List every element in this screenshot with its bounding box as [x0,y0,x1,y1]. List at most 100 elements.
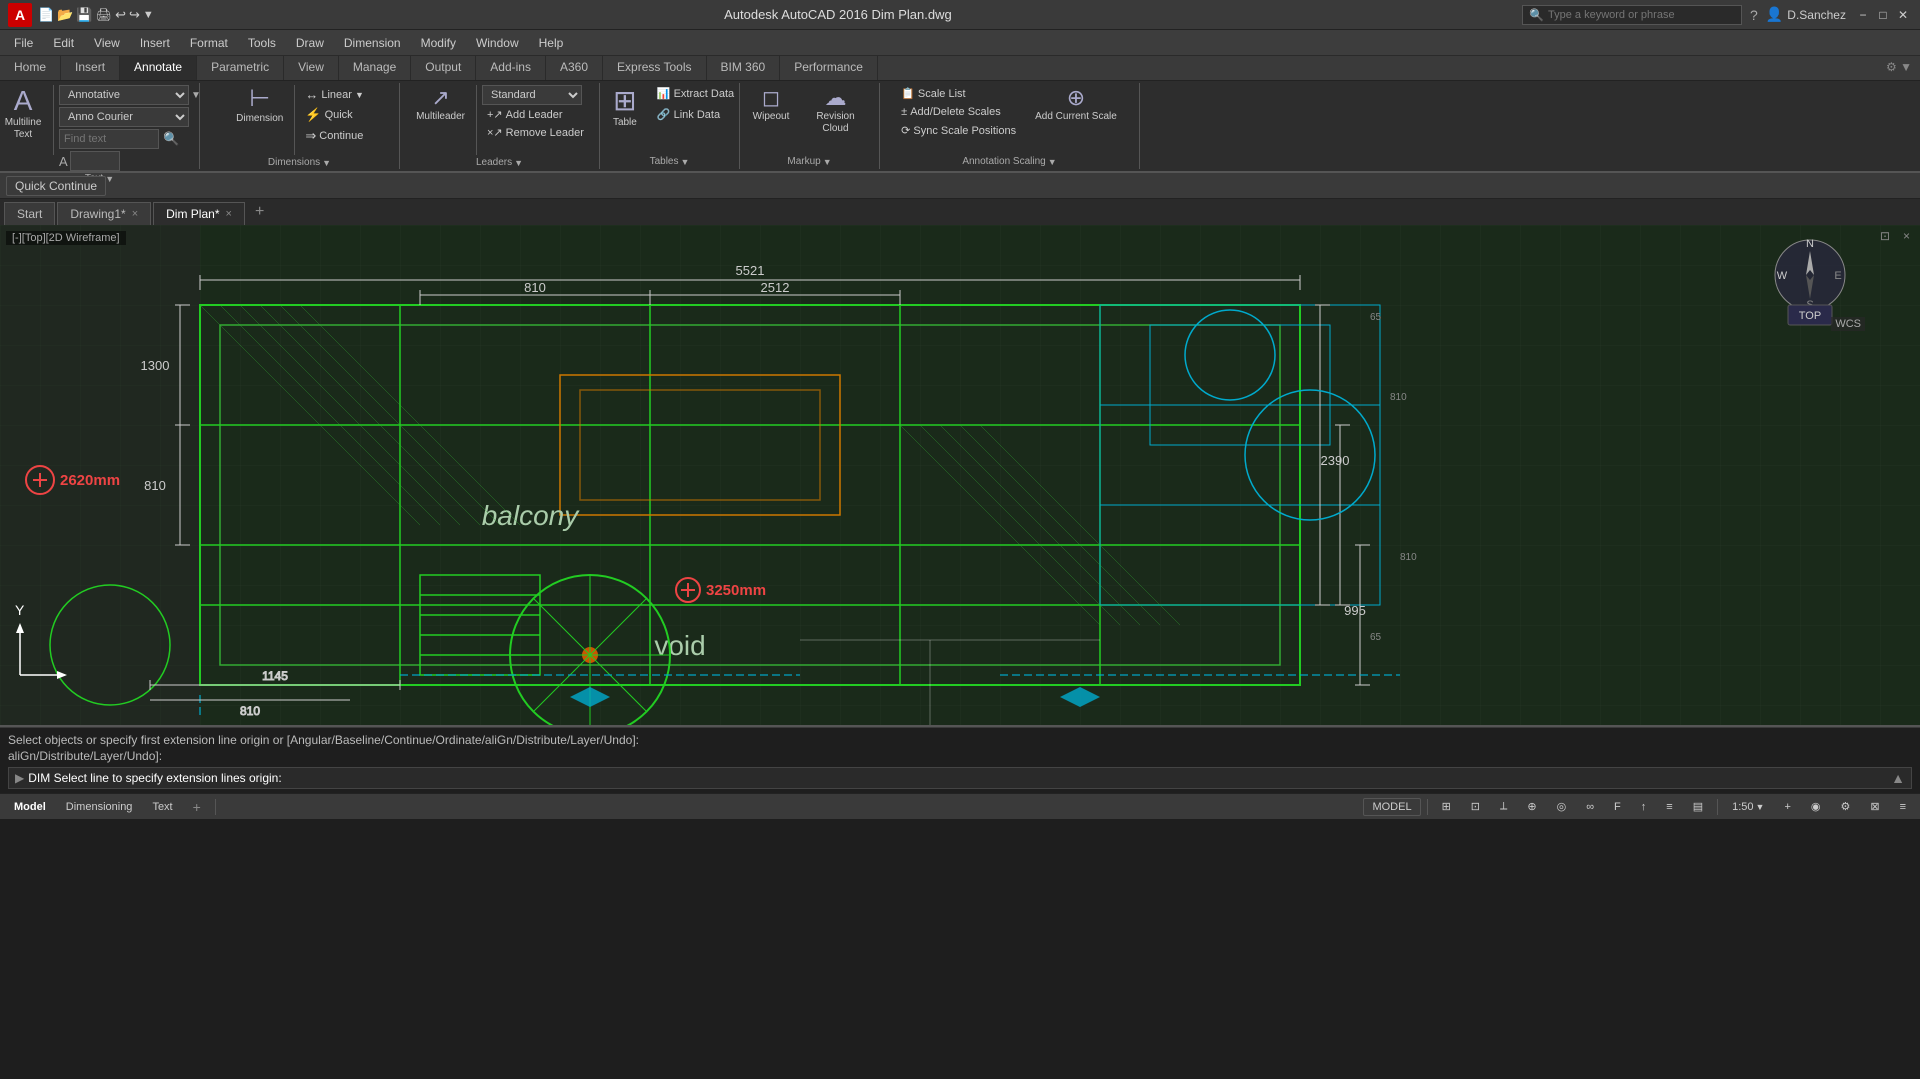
menu-view[interactable]: View [84,33,130,53]
lw-toggle[interactable]: ≡ [1658,799,1680,815]
dimensions-expand[interactable]: ▼ [322,158,331,168]
dimension-btn[interactable]: ⊢ Dimension [230,85,289,127]
command-input[interactable]: DIM Select line to specify extension lin… [28,771,1891,785]
new-btn[interactable]: 📄 [38,7,54,23]
linear-btn[interactable]: ↔ Linear ▼ [300,85,369,104]
polar-toggle[interactable]: ⊕ [1519,798,1544,815]
tab-view[interactable]: View [284,56,339,80]
menu-edit[interactable]: Edit [43,33,84,53]
app-icon[interactable]: A [8,3,32,27]
tab-a360[interactable]: A360 [546,56,603,80]
annotation-scale[interactable]: 1:50 ▼ [1724,799,1772,815]
clean-screen-btn[interactable]: ⊠ [1862,798,1887,815]
undo-btn[interactable]: ↩ [115,7,126,23]
menu-insert[interactable]: Insert [130,33,180,53]
tab-addins[interactable]: Add-ins [476,56,546,80]
markup-expand[interactable]: ▼ [823,157,832,167]
maximize-btn[interactable]: □ [1874,6,1892,24]
ortho-toggle[interactable]: ⟂ [1492,798,1515,815]
print-btn[interactable]: 🖨 [96,7,113,23]
leaders-group-label[interactable]: Leaders ▼ [476,157,523,168]
zoom-btn[interactable]: + [1776,799,1798,815]
add-leader-btn[interactable]: +↗ Add Leader [482,106,589,123]
ribbon-options[interactable]: ⚙ ▼ [1878,56,1920,80]
dimensioning-tab[interactable]: Dimensioning [58,799,141,815]
command-expand-btn[interactable]: ▲ [1891,770,1905,786]
osnap-toggle[interactable]: ◎ [1549,798,1575,815]
add-layout-tab[interactable]: + [185,795,209,819]
leader-style-dropdown[interactable]: Standard [482,85,582,105]
isolate-btn[interactable]: ◉ [1803,798,1829,815]
add-delete-scales-btn[interactable]: ± Add/Delete Scales [896,104,1021,120]
text-size-input[interactable]: 2.5 [70,151,120,171]
tables-group-label[interactable]: Tables ▼ [650,156,690,167]
tab-annotate[interactable]: Annotate [120,56,197,80]
quick-continue-label[interactable]: Quick Continue [6,176,106,196]
redo-btn[interactable]: ↪ [129,7,140,23]
tab-express-tools[interactable]: Express Tools [603,56,706,80]
link-data-btn[interactable]: 🔗 Link Data [652,106,739,123]
grid-toggle[interactable]: ⊞ [1434,798,1459,815]
menu-help[interactable]: Help [529,33,574,53]
command-line[interactable]: ▶ DIM Select line to specify extension l… [8,767,1912,789]
annotation-scaling-label[interactable]: Annotation Scaling ▼ [962,156,1056,167]
scale-list-btn[interactable]: 📋 Scale List [896,85,1021,102]
wipeout-btn[interactable]: ◻ Wipeout [746,85,796,125]
search-box[interactable]: 🔍 [1522,5,1742,25]
viewport-expand-btn[interactable]: ⊡ [1880,229,1890,243]
ucs-toggle[interactable]: F [1606,799,1629,815]
annotation-scale-expand[interactable]: ▼ [1756,802,1765,812]
text-group-expand[interactable]: ▼ [105,174,114,184]
text-style-dropdown[interactable]: Annotative [59,85,189,105]
menu-tools[interactable]: Tools [238,33,286,53]
remove-leader-btn[interactable]: ×↗ Remove Leader [482,124,589,141]
add-current-scale-btn[interactable]: ⊕ Add Current Scale [1029,85,1123,125]
menu-draw[interactable]: Draw [286,33,334,53]
user-info[interactable]: 👤 D.Sanchez [1766,6,1846,23]
menu-file[interactable]: File [4,33,43,53]
multileader-btn[interactable]: ↗ Multileader [410,85,471,125]
tab-drawing1[interactable]: Drawing1* × [57,202,151,225]
add-tab-btn[interactable]: + [247,199,272,225]
sync-scale-btn[interactable]: ⟳ Sync Scale Positions [896,122,1021,139]
drawing-canvas[interactable]: 810 2512 5521 1300 810 2390 995 balcony … [0,225,1920,725]
otrack-toggle[interactable]: ∞ [1578,799,1602,815]
find-icon[interactable]: 🔍 [163,131,179,147]
tab-dimplan-close[interactable]: × [226,208,232,220]
tab-home[interactable]: Home [0,56,61,80]
help-icon[interactable]: ? [1750,7,1758,23]
save-btn[interactable]: 💾 [76,7,92,23]
tab-insert[interactable]: Insert [61,56,120,80]
table-btn[interactable]: ⊞ Table [600,85,650,131]
menu-format[interactable]: Format [180,33,238,53]
linear-expand[interactable]: ▼ [355,90,364,100]
quick-btn[interactable]: ⚡ Quick [300,105,369,125]
open-btn[interactable]: 📂 [57,7,73,23]
tab-drawing1-close[interactable]: × [132,208,138,220]
leaders-expand[interactable]: ▼ [514,158,523,168]
hardware-btn[interactable]: ⚙ [1832,798,1858,815]
snap-toggle[interactable]: ⊡ [1463,798,1488,815]
text-tab[interactable]: Text [144,799,180,815]
annotation-scaling-expand[interactable]: ▼ [1048,157,1057,167]
customize-btn[interactable]: ▼ [143,9,154,21]
minimize-btn[interactable]: − [1854,6,1872,24]
continue-btn[interactable]: ⇒ Continue [300,126,369,146]
tab-bim360[interactable]: BIM 360 [707,56,781,80]
tab-output[interactable]: Output [411,56,476,80]
close-btn[interactable]: ✕ [1894,6,1912,24]
menu-modify[interactable]: Modify [411,33,466,53]
tab-performance[interactable]: Performance [780,56,878,80]
multiline-text-btn[interactable]: A Multiline Text [0,85,48,143]
search-input[interactable] [1548,9,1728,21]
tab-parametric[interactable]: Parametric [197,56,284,80]
tab-start[interactable]: Start [4,202,55,225]
tables-expand[interactable]: ▼ [680,157,689,167]
customize-status-btn[interactable]: ≡ [1892,799,1914,815]
font-dropdown[interactable]: Anno Courier [59,107,189,127]
model-tab[interactable]: Model [6,799,54,815]
dimensions-group-label[interactable]: Dimensions ▼ [268,157,331,168]
find-text-input[interactable] [59,129,159,149]
extract-data-btn[interactable]: 📊 Extract Data [652,85,739,102]
model-btn[interactable]: MODEL [1363,798,1420,816]
